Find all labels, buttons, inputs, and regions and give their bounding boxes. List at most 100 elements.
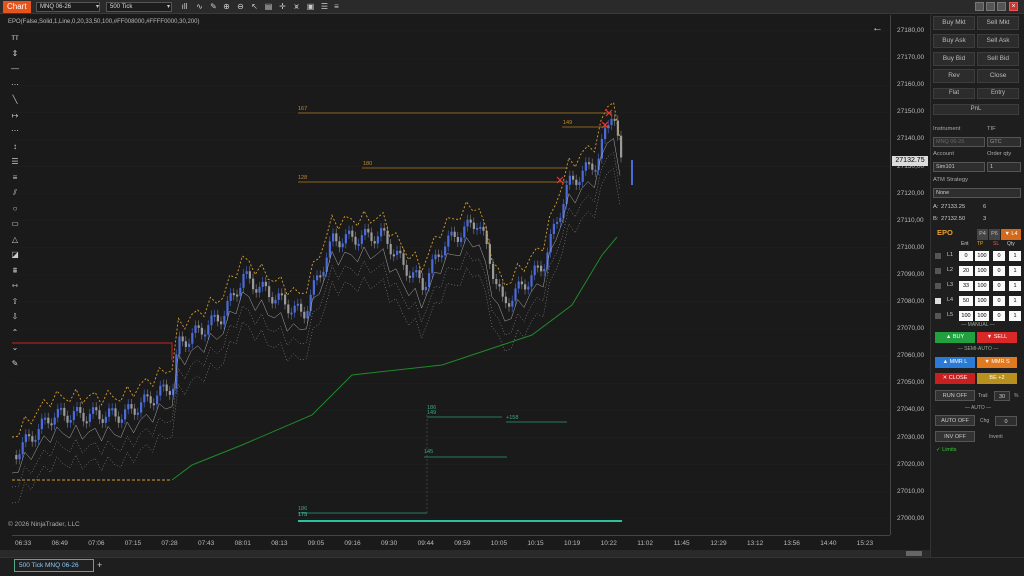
- add-tab-button[interactable]: +: [97, 560, 102, 570]
- level-tp-field[interactable]: 100: [975, 251, 989, 261]
- instrument-field[interactable]: MNQ 06-26: [933, 137, 985, 147]
- regression-icon[interactable]: ⇿: [8, 278, 22, 294]
- sell-bid-button[interactable]: Sell Bid: [977, 52, 1019, 66]
- level-qty-field[interactable]: 1: [1009, 296, 1021, 306]
- run-toggle[interactable]: RUN OFF: [935, 390, 975, 401]
- dots-icon[interactable]: ⋯: [8, 77, 22, 93]
- indicator-icon[interactable]: ⩙: [292, 2, 301, 12]
- level-checkbox[interactable]: [935, 253, 941, 259]
- level-sl-field[interactable]: 0: [993, 296, 1005, 306]
- level-checkbox[interactable]: [935, 298, 941, 304]
- data-box-icon[interactable]: ▤: [264, 2, 273, 12]
- restore-button[interactable]: [986, 2, 995, 11]
- chevron-down-icon[interactable]: ▾: [93, 2, 102, 12]
- time-axis[interactable]: 06:33 06:49 07:06 07:15 07:28 07:43 08:01 08:13…: [12, 535, 890, 551]
- crosshair-icon[interactable]: ✛: [278, 2, 287, 12]
- properties-icon[interactable]: ☰: [320, 2, 329, 12]
- level-ent-field[interactable]: 0: [959, 251, 973, 261]
- flat-button[interactable]: Flat: [933, 88, 975, 99]
- cursor-icon[interactable]: ↖: [250, 2, 259, 12]
- level-qty-field[interactable]: 1: [1009, 251, 1021, 261]
- level-qty-field[interactable]: 1: [1009, 266, 1021, 276]
- level-sl-field[interactable]: 0: [993, 311, 1005, 321]
- close-button[interactable]: ✕ CLOSE: [935, 373, 975, 384]
- ruler-icon[interactable]: ⇕: [8, 46, 22, 62]
- level-row[interactable]: L1 0 100 0 1: [935, 250, 1021, 263]
- arrow-up-icon[interactable]: ⇧: [8, 294, 22, 310]
- zoom-icon[interactable]: ⊕: [222, 2, 231, 12]
- vline-icon[interactable]: ↕: [8, 139, 22, 155]
- tab-p4[interactable]: P4: [977, 229, 988, 240]
- limits-checkbox[interactable]: ✓ Limits: [936, 447, 957, 453]
- level-qty-field[interactable]: 1: [1009, 281, 1021, 291]
- caret-down-icon[interactable]: ⌄: [8, 340, 22, 356]
- invert-toggle[interactable]: INV OFF: [935, 431, 975, 442]
- buy-ask-button[interactable]: Buy Ask: [933, 34, 975, 48]
- period-selector[interactable]: 500 Tick: [106, 2, 172, 12]
- polygon-icon[interactable]: ◪: [8, 247, 22, 263]
- line-icon[interactable]: ∿: [195, 2, 204, 12]
- chart-menu-button[interactable]: Chart: [3, 0, 31, 13]
- breakeven-button[interactable]: BE +2: [977, 373, 1017, 384]
- trail-field[interactable]: 30: [994, 391, 1010, 401]
- price-axis[interactable]: 27180,00 27170,00 27160,00 27150,00 27140,00…: [890, 15, 930, 535]
- level-sl-field[interactable]: 0: [993, 251, 1005, 261]
- auto-toggle[interactable]: AUTO OFF: [935, 415, 975, 426]
- strategy-icon[interactable]: ▣: [306, 2, 315, 12]
- ellipse-icon[interactable]: ○: [8, 201, 22, 217]
- order-qty-field[interactable]: 1: [987, 162, 1021, 172]
- level-ent-field[interactable]: 33: [959, 281, 973, 291]
- level-row[interactable]: L4 50 100 0 1: [935, 295, 1021, 308]
- tab-p6[interactable]: P6: [989, 229, 1000, 240]
- level-tp-field[interactable]: 100: [975, 266, 989, 276]
- pnl-button[interactable]: PnL: [933, 104, 1019, 115]
- gann-icon[interactable]: ⩩: [8, 263, 22, 279]
- price-chart[interactable]: 167149180128186149+158145186175175: [12, 15, 890, 535]
- chg-field[interactable]: 0: [995, 416, 1017, 426]
- tab-l4[interactable]: ▼ L4: [1001, 229, 1021, 240]
- mmr-long-button[interactable]: ▲ MMR L: [935, 357, 975, 368]
- sell-market-button[interactable]: Sell Mkt: [977, 16, 1019, 30]
- account-select[interactable]: Sim101: [933, 162, 985, 172]
- tab-chart[interactable]: 500 Tick MNQ 06-26: [14, 559, 94, 572]
- level-row[interactable]: L3 33 100 0 1: [935, 280, 1021, 293]
- level-tp-field[interactable]: 100: [975, 296, 989, 306]
- rectangle-icon[interactable]: ▭: [8, 216, 22, 232]
- tif-select[interactable]: GTC: [987, 137, 1021, 147]
- level-checkbox[interactable]: [935, 268, 941, 274]
- level-qty-field[interactable]: 1: [1009, 311, 1021, 321]
- level-checkbox[interactable]: [935, 283, 941, 289]
- brush-icon[interactable]: ✎: [8, 356, 22, 372]
- instrument-selector[interactable]: MNQ 06-26: [36, 2, 100, 12]
- mmr-short-button[interactable]: ▼ MMR S: [977, 357, 1017, 368]
- extended-line-icon[interactable]: ⋯: [8, 123, 22, 139]
- buy-market-button[interactable]: Buy Mkt: [933, 16, 975, 30]
- list-icon[interactable]: ≡: [332, 2, 341, 12]
- text-tool-icon[interactable]: ᴛᴛ: [8, 30, 22, 46]
- level-ent-field[interactable]: 20: [959, 266, 973, 276]
- bar-chart-icon[interactable]: ıll: [180, 2, 189, 12]
- channel-icon[interactable]: ⫽: [8, 185, 22, 201]
- level-checkbox[interactable]: [935, 313, 941, 319]
- level-tp-field[interactable]: 100: [975, 311, 989, 321]
- entry-button[interactable]: Entry: [977, 88, 1019, 99]
- fib-ext-icon[interactable]: ≡: [8, 170, 22, 186]
- buy-button[interactable]: ▲ BUY: [935, 332, 975, 343]
- level-sl-field[interactable]: 0: [993, 266, 1005, 276]
- reverse-button[interactable]: Rev: [933, 69, 975, 83]
- level-ent-field[interactable]: 100: [959, 311, 973, 321]
- arrow-down-icon[interactable]: ⇩: [8, 309, 22, 325]
- triangle-icon[interactable]: △: [8, 232, 22, 248]
- ray-icon[interactable]: ╲: [8, 92, 22, 108]
- level-tp-field[interactable]: 100: [975, 281, 989, 291]
- chevron-down-icon[interactable]: ▾: [164, 2, 173, 12]
- atm-select[interactable]: None: [933, 188, 1021, 198]
- close-position-button[interactable]: Close: [977, 69, 1019, 83]
- zoom-out-icon[interactable]: ⊖: [236, 2, 245, 12]
- scrollbar-thumb[interactable]: [906, 551, 922, 556]
- back-arrow-icon[interactable]: ←: [872, 22, 883, 34]
- level-row[interactable]: L2 20 100 0 1: [935, 265, 1021, 278]
- minimize-button[interactable]: [975, 2, 984, 11]
- maximize-button[interactable]: [997, 2, 1006, 11]
- hline-icon[interactable]: —: [8, 61, 22, 77]
